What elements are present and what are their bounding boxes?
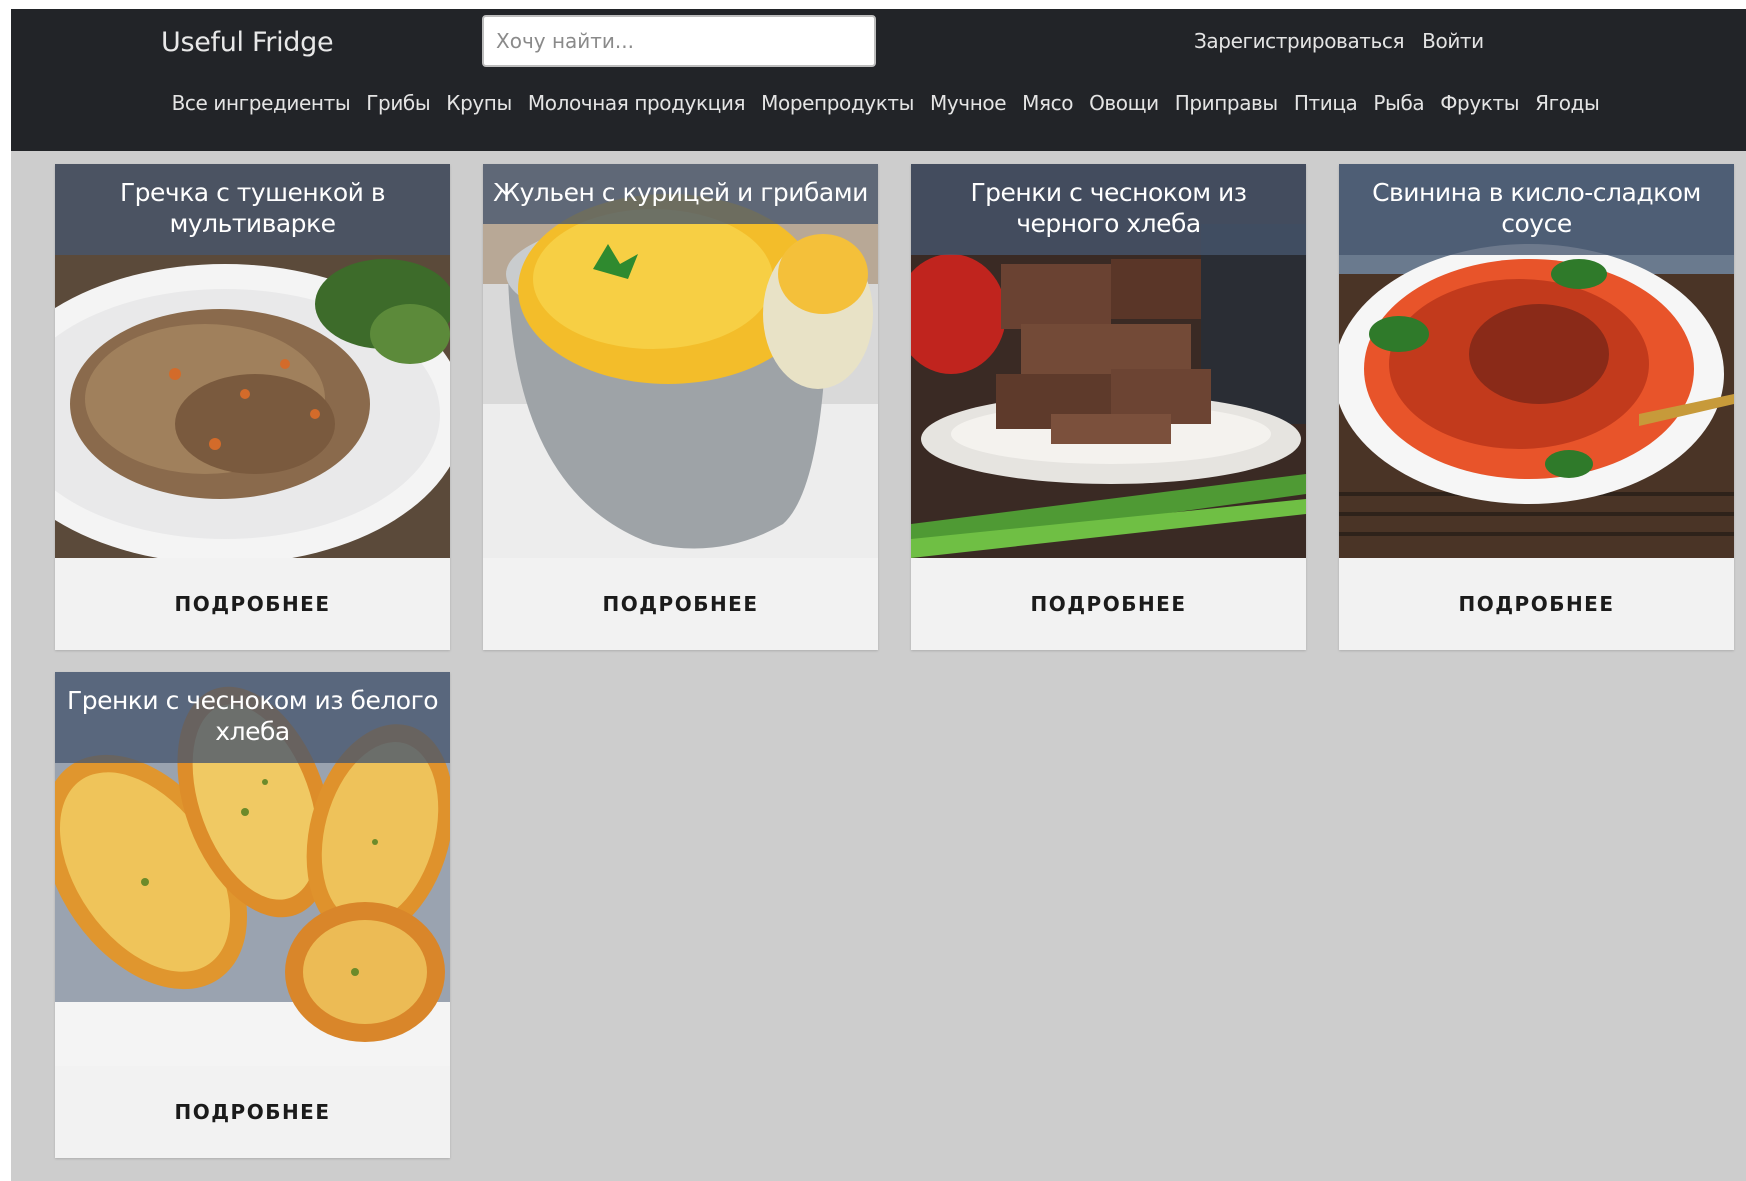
site-header: Useful Fridge Зарегистрироваться Войти В… — [11, 9, 1746, 151]
nav-spices[interactable]: Приправы — [1175, 91, 1279, 115]
category-nav: Все ингредиенты Грибы Крупы Молочная про… — [11, 91, 1746, 115]
nav-berries[interactable]: Ягоды — [1535, 91, 1600, 115]
brand-logo[interactable]: Useful Fridge — [161, 27, 334, 58]
recipe-card: Свинина в кисло-сладком соусе ПОДРОБНЕЕ — [1339, 164, 1734, 650]
recipe-title: Гренки с чесноком из белого хлеба — [55, 672, 450, 763]
nav-mushrooms[interactable]: Грибы — [366, 91, 430, 115]
recipe-card: Гренки с чесноком из белого хлеба ПОДРОБ… — [55, 672, 450, 1158]
search-input[interactable] — [482, 15, 876, 67]
recipe-title: Жульен с курицей и грибами — [483, 164, 878, 224]
details-button[interactable]: ПОДРОБНЕЕ — [55, 558, 450, 650]
nav-grains[interactable]: Крупы — [446, 91, 512, 115]
auth-links: Зарегистрироваться Войти — [1194, 29, 1484, 53]
nav-flour[interactable]: Мучное — [930, 91, 1007, 115]
recipe-card: Гренки с чесноком из черного хлеба ПОДРО… — [911, 164, 1306, 650]
recipe-title: Гречка с тушенкой в мультиварке — [55, 164, 450, 255]
nav-dairy[interactable]: Молочная продукция — [528, 91, 746, 115]
details-button[interactable]: ПОДРОБНЕЕ — [483, 558, 878, 650]
nav-meat[interactable]: Мясо — [1022, 91, 1073, 115]
recipe-card: Жульен с курицей и грибами ПОДРОБНЕЕ — [483, 164, 878, 650]
details-button[interactable]: ПОДРОБНЕЕ — [1339, 558, 1734, 650]
nav-all-ingredients[interactable]: Все ингредиенты — [172, 91, 351, 115]
nav-seafood[interactable]: Морепродукты — [761, 91, 914, 115]
login-link[interactable]: Войти — [1422, 29, 1484, 53]
page: Useful Fridge Зарегистрироваться Войти В… — [11, 9, 1746, 1181]
recipe-title: Свинина в кисло-сладком соусе — [1339, 164, 1734, 255]
register-link[interactable]: Зарегистрироваться — [1194, 29, 1405, 53]
recipe-card: Гречка с тушенкой в мультиварке ПОДРОБНЕ… — [55, 164, 450, 650]
details-button[interactable]: ПОДРОБНЕЕ — [911, 558, 1306, 650]
nav-fish[interactable]: Рыба — [1373, 91, 1424, 115]
details-button[interactable]: ПОДРОБНЕЕ — [55, 1066, 450, 1158]
recipe-title: Гренки с чесноком из черного хлеба — [911, 164, 1306, 255]
nav-fruits[interactable]: Фрукты — [1440, 91, 1519, 115]
nav-vegetables[interactable]: Овощи — [1089, 91, 1159, 115]
nav-poultry[interactable]: Птица — [1294, 91, 1358, 115]
